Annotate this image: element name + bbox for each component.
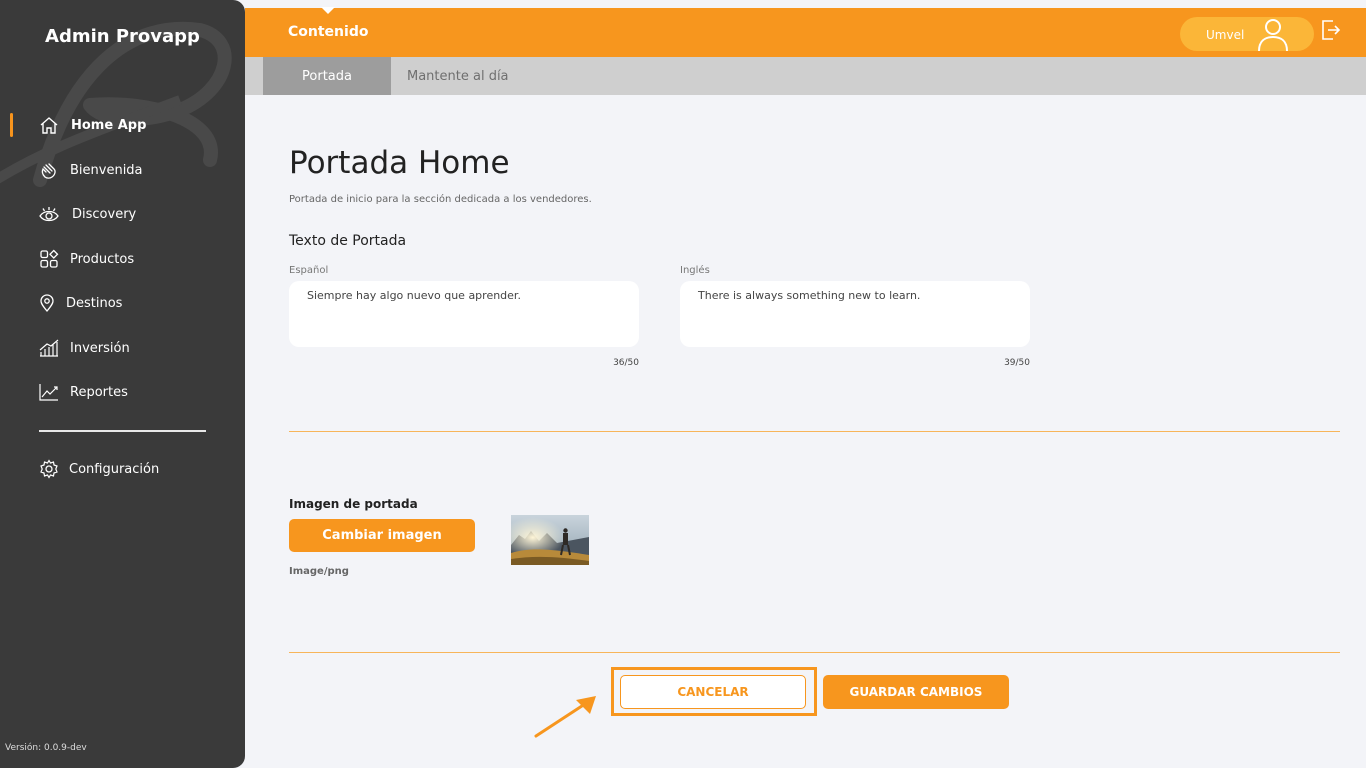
- sidebar-item-label: Discovery: [72, 206, 137, 222]
- sidebar-item-destinos[interactable]: Destinos: [0, 287, 245, 319]
- location-pin-icon: [36, 292, 58, 314]
- eye-icon: [38, 203, 60, 225]
- cancel-button[interactable]: CANCELAR: [620, 675, 806, 709]
- user-menu-button[interactable]: Umvel: [1180, 17, 1314, 52]
- sidebar-item-bienvenida[interactable]: Bienvenida: [0, 154, 245, 186]
- sidebar-item-inversion[interactable]: Inversión: [0, 332, 245, 364]
- products-grid-icon: [38, 248, 60, 270]
- sidebar-item-label: Destinos: [66, 295, 123, 311]
- user-name: Umvel: [1206, 28, 1245, 42]
- bar-chart-icon: [38, 337, 60, 359]
- waving-hand-icon: [38, 159, 60, 181]
- tab-bar: Portada Mantente al día: [245, 57, 1366, 95]
- sidebar-item-label: Configuración: [69, 461, 160, 477]
- sidebar-item-productos[interactable]: Productos: [0, 243, 245, 275]
- sidebar-item-label: Inversión: [70, 340, 130, 356]
- spanish-field-label: Español: [289, 265, 329, 276]
- section-title: Contenido: [288, 24, 369, 40]
- tab-mantente-al-dia[interactable]: Mantente al día: [407, 57, 509, 95]
- page-title: Portada Home: [289, 145, 510, 181]
- sidebar-item-label: Bienvenida: [70, 162, 143, 178]
- sidebar-item-configuracion[interactable]: Configuración: [0, 453, 245, 485]
- change-image-button[interactable]: Cambiar imagen: [289, 519, 475, 552]
- sidebar-divider: [39, 430, 206, 432]
- section-divider: [289, 652, 1340, 653]
- active-indicator: [10, 113, 13, 137]
- cover-image-label: Imagen de portada: [289, 497, 418, 511]
- sidebar-item-label: Productos: [70, 251, 135, 267]
- sidebar-item-label: Home App: [71, 117, 147, 133]
- english-char-counter: 39/50: [1004, 358, 1030, 368]
- user-icon: [1256, 17, 1290, 55]
- sidebar-item-discovery[interactable]: Discovery: [0, 198, 245, 230]
- cover-image-thumbnail[interactable]: [511, 515, 589, 565]
- section-heading: Texto de Portada: [289, 233, 407, 249]
- tab-portada[interactable]: Portada: [263, 57, 391, 95]
- sidebar-item-home-app[interactable]: Home App: [0, 109, 245, 141]
- sidebar-item-reportes[interactable]: Reportes: [0, 376, 245, 408]
- logout-icon[interactable]: [1321, 19, 1341, 45]
- section-divider: [289, 431, 1340, 432]
- save-changes-button[interactable]: GUARDAR CAMBIOS: [823, 675, 1009, 709]
- page-subtitle: Portada de inicio para la sección dedica…: [289, 194, 592, 205]
- spanish-char-counter: 36/50: [613, 358, 639, 368]
- english-text-input[interactable]: There is always something new to learn.: [680, 281, 1030, 347]
- top-bar: Contenido Umvel: [245, 7, 1366, 57]
- line-chart-icon: [38, 381, 60, 403]
- app-version: Versión: 0.0.9-dev: [5, 743, 87, 753]
- pointer-arrow-icon: [534, 696, 596, 738]
- image-type-label: Image/png: [289, 566, 349, 577]
- home-icon: [38, 114, 60, 136]
- sidebar: Admin Provapp Home App Bienvenida Discov…: [0, 0, 245, 768]
- spanish-text-input[interactable]: Siempre hay algo nuevo que aprender.: [289, 281, 639, 347]
- sidebar-item-label: Reportes: [70, 384, 128, 400]
- app-brand-title: Admin Provapp: [45, 26, 200, 47]
- english-field-label: Inglés: [680, 265, 710, 276]
- section-notch: [321, 7, 335, 14]
- gear-icon: [38, 458, 60, 480]
